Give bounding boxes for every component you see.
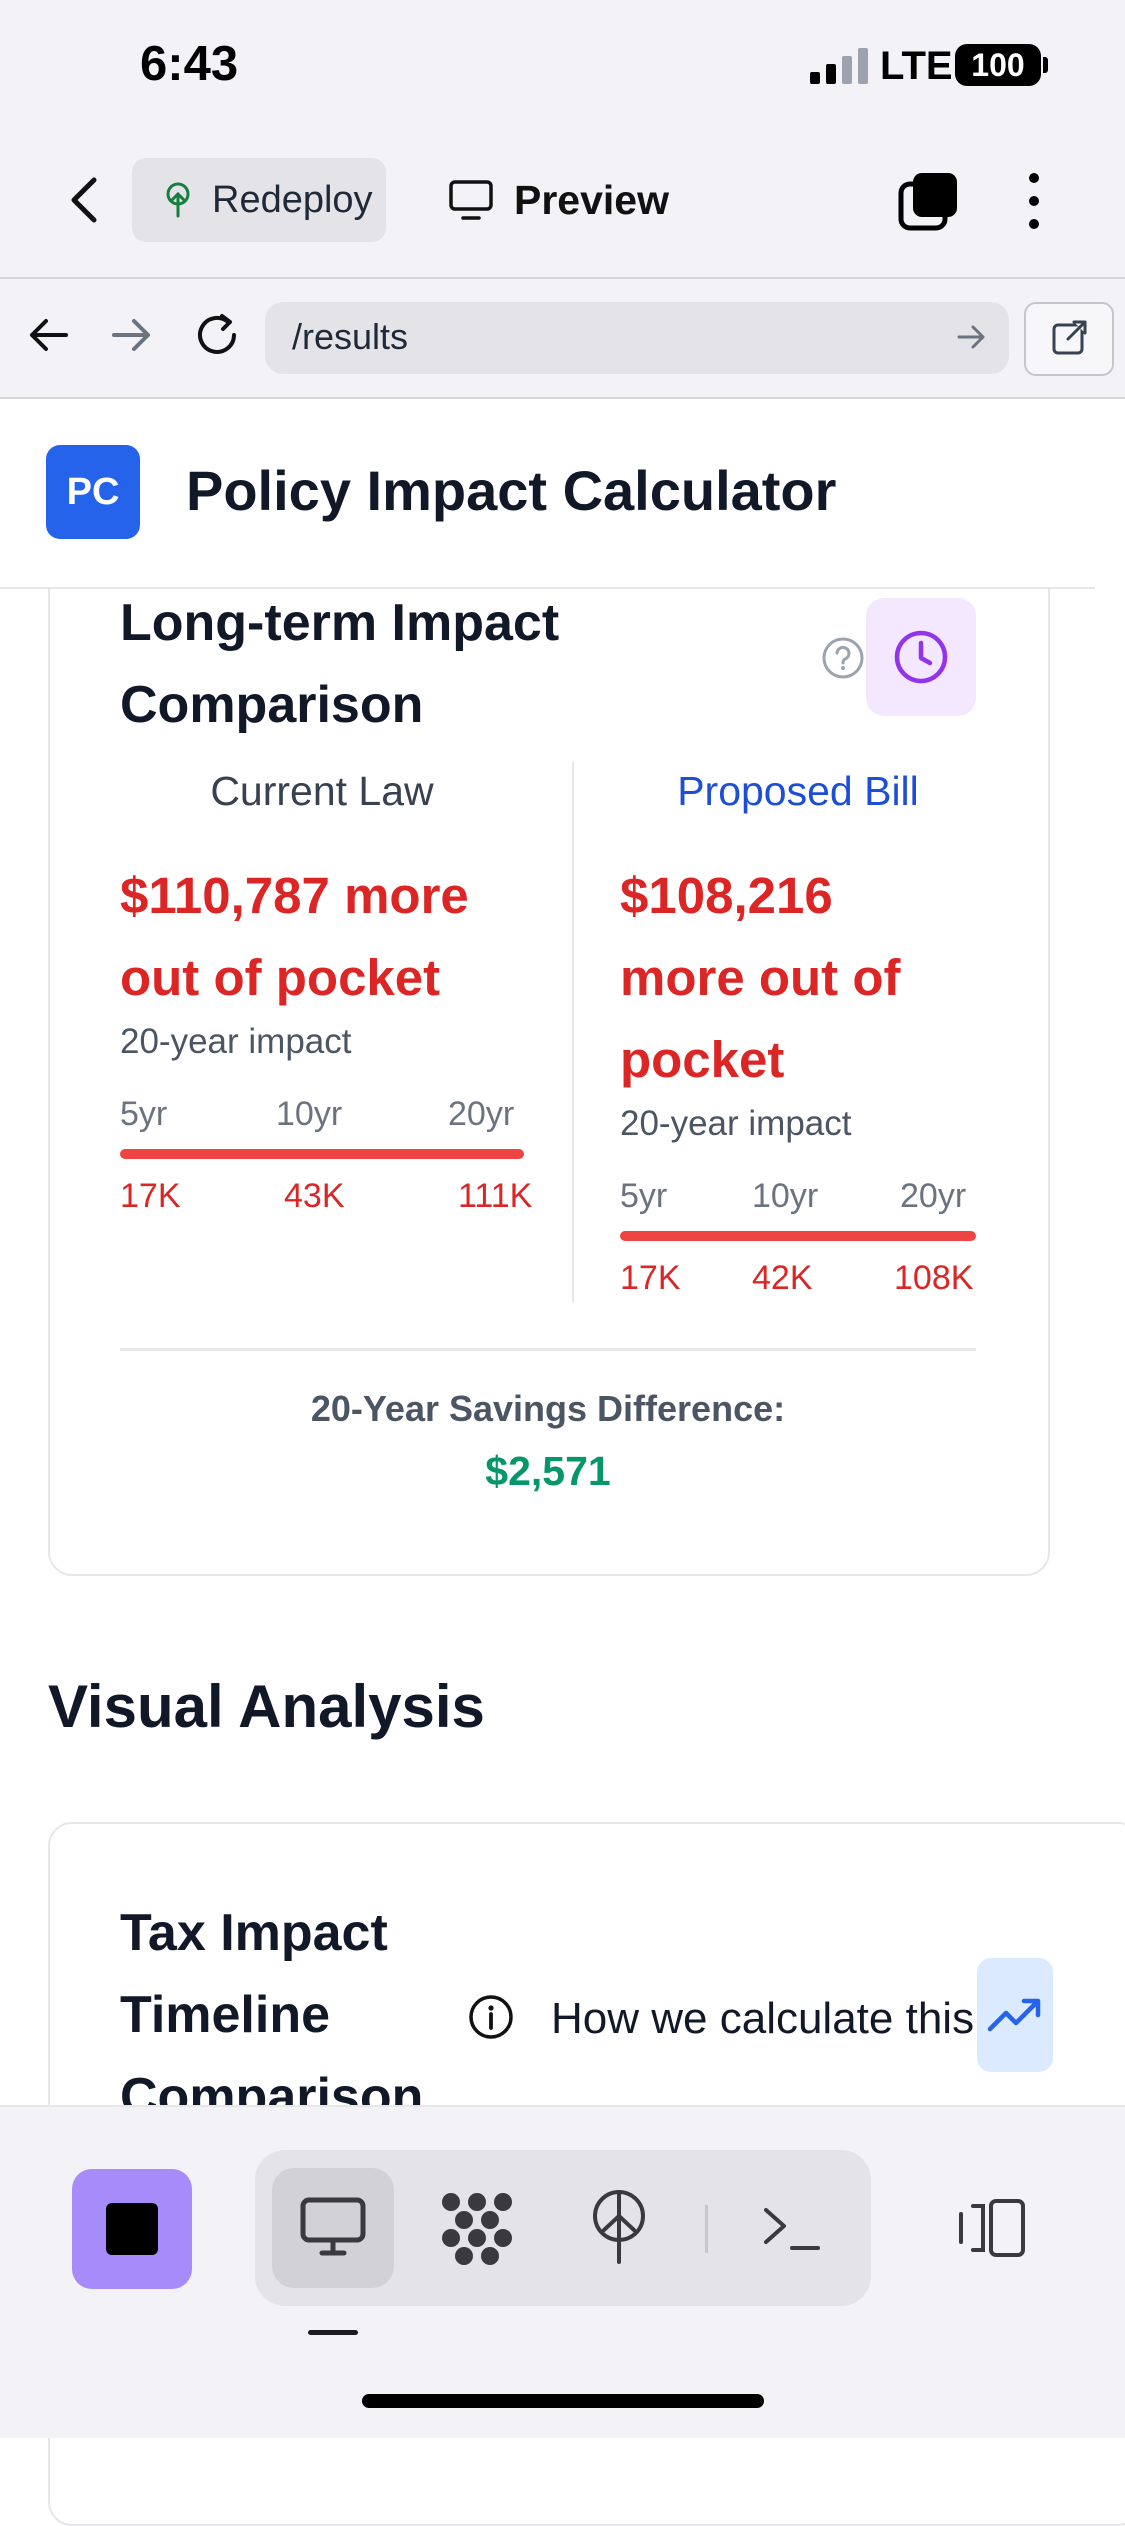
redeploy-button[interactable]: Redeploy: [132, 158, 386, 242]
arrow-right-icon[interactable]: [108, 315, 154, 355]
proposed-bill-heading: Proposed Bill: [677, 768, 919, 814]
battery-level: 100: [955, 44, 1041, 86]
chevron-left-icon[interactable]: [60, 170, 110, 230]
current-value-10yr: 43K: [284, 1177, 345, 1215]
preview-label: Preview: [514, 176, 669, 223]
redeploy-label: Redeploy: [212, 178, 373, 221]
monitor-icon: [449, 180, 493, 220]
panel-toggle-icon[interactable]: [955, 2196, 1029, 2260]
proposed-tick-5yr: 5yr: [620, 1177, 668, 1215]
deploy-icon: [166, 182, 190, 218]
stop-icon: [106, 2203, 158, 2255]
battery-icon: [1043, 57, 1048, 73]
tax-timeline-title: Tax Impact Timeline Comparison: [120, 1904, 424, 2126]
current-impact-bar: [120, 1149, 524, 1159]
toolbar-separator: [705, 2205, 708, 2253]
savings-difference-label: 20-Year Savings Difference:: [310, 1388, 786, 1429]
dots-grid-icon[interactable]: [438, 2190, 516, 2266]
clock-badge: [866, 598, 976, 716]
trend-badge: [977, 1958, 1053, 2072]
active-indicator: [308, 2330, 358, 2335]
go-arrow-icon[interactable]: [955, 322, 989, 352]
terminal-icon[interactable]: [760, 2200, 824, 2256]
desktop-icon[interactable]: [298, 2195, 368, 2261]
tabs-icon[interactable]: [898, 170, 960, 232]
current-law-subtitle: 20-year impact: [120, 1022, 352, 1061]
info-icon[interactable]: [467, 1993, 515, 2041]
current-tick-5yr: 5yr: [120, 1095, 168, 1133]
column-divider: [572, 762, 574, 1302]
signal-icon: [810, 48, 868, 84]
status-time: 6:43: [140, 37, 239, 91]
deploy-tree-icon[interactable]: [588, 2188, 650, 2264]
proposed-value-10yr: 42K: [752, 1259, 813, 1297]
proposed-value-20yr: 108K: [894, 1259, 974, 1297]
external-link-icon: [1052, 320, 1087, 355]
help-icon[interactable]: [820, 635, 866, 681]
trending-up-icon: [987, 1998, 1041, 2032]
current-value-20yr: 111K: [458, 1177, 533, 1215]
current-tick-20yr: 20yr: [448, 1095, 515, 1133]
current-law-amount: $110,787 more out of pocket: [120, 867, 469, 1006]
clock-icon: [894, 630, 948, 684]
proposed-bill-amount: $108,216 more out of pocket: [620, 867, 901, 1088]
arrow-left-icon[interactable]: [26, 315, 72, 355]
proposed-tick-20yr: 20yr: [900, 1177, 967, 1215]
app-title: Policy Impact Calculator: [186, 459, 837, 522]
visual-analysis-heading: Visual Analysis: [48, 1673, 485, 1740]
open-external-button[interactable]: [1024, 302, 1114, 376]
card-title: Long-term Impact Comparison: [120, 594, 560, 734]
proposed-value-5yr: 17K: [620, 1259, 681, 1297]
savings-difference-value: $2,571: [485, 1448, 611, 1494]
current-law-heading: Current Law: [210, 768, 434, 814]
current-value-5yr: 17K: [120, 1177, 181, 1215]
proposed-tick-10yr: 10yr: [752, 1177, 819, 1215]
home-indicator[interactable]: [362, 2394, 764, 2408]
proposed-impact-bar: [620, 1231, 976, 1241]
preview-button[interactable]: Preview: [448, 165, 669, 235]
app-logo: PC: [46, 445, 140, 539]
current-tick-10yr: 10yr: [276, 1095, 343, 1133]
stop-button[interactable]: [72, 2169, 192, 2289]
reload-icon[interactable]: [192, 310, 244, 360]
url-text: /results: [292, 316, 409, 357]
network-type: LTE: [880, 44, 953, 88]
section-divider: [120, 1348, 976, 1351]
proposed-bill-subtitle: 20-year impact: [620, 1104, 852, 1143]
how-we-calculate-link[interactable]: How we calculate this: [551, 1994, 974, 2044]
more-vertical-icon[interactable]: [1022, 170, 1046, 232]
